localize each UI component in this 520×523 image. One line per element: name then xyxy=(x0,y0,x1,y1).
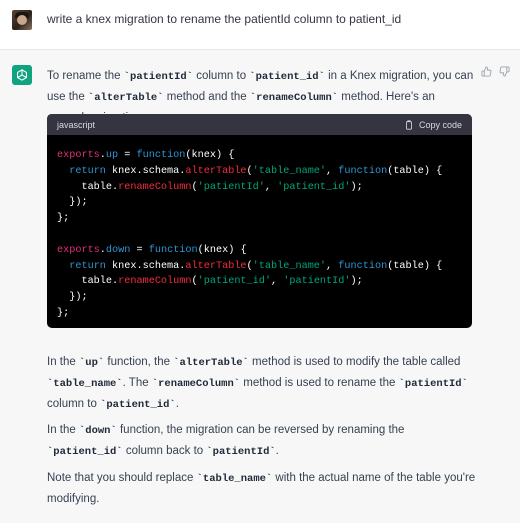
inline-code: `patientId` xyxy=(206,446,276,458)
inline-code: `up` xyxy=(78,357,105,369)
code-block: javascript Copy code exports.up = functi… xyxy=(47,114,472,328)
inline-code: `renameColumn` xyxy=(151,378,241,390)
inline-code: `patient_id` xyxy=(47,446,123,458)
code-header: javascript Copy code xyxy=(47,114,472,135)
inline-code: `patientId` xyxy=(123,71,194,83)
inline-code: `patient_id` xyxy=(100,399,176,411)
code-line: table.renameColumn('patientId', 'patient… xyxy=(57,181,363,193)
thumbs-down-icon[interactable] xyxy=(499,66,510,77)
code-line: table.renameColumn('patient_id', 'patien… xyxy=(57,276,363,288)
paragraph-note: Note that you should replace `table_name… xyxy=(47,472,476,505)
thumbs-up-icon[interactable] xyxy=(481,66,492,77)
inline-code: `renameColumn` xyxy=(249,92,339,104)
feedback-buttons xyxy=(481,66,510,77)
code-line: exports.up = function(knex) { xyxy=(57,150,235,161)
code-line: }; xyxy=(57,213,70,225)
inline-code: `table_name` xyxy=(47,378,123,390)
user-message-text: write a knex migration to rename the pat… xyxy=(47,12,402,26)
code-line: return knex.schema.alterTable('table_nam… xyxy=(69,260,443,272)
inline-code: `down` xyxy=(78,425,117,437)
user-message-row: write a knex migration to rename the pat… xyxy=(0,0,520,50)
code-line: }); xyxy=(57,197,88,209)
copy-code-label: Copy code xyxy=(418,119,462,130)
code-body: exports.up = function(knex) { return kne… xyxy=(47,135,472,328)
code-line: exports.down = function(knex) { xyxy=(57,244,247,256)
inline-code: `table_name` xyxy=(196,473,273,485)
paragraph-up-function: In the `up` function, the `alterTable` m… xyxy=(47,356,468,411)
inline-code: `alterTable` xyxy=(87,92,164,104)
user-avatar xyxy=(12,10,32,30)
inline-code: `alterTable` xyxy=(173,357,249,369)
assistant-message-content: To rename the `patientId` column to `pat… xyxy=(47,66,477,505)
copy-code-button[interactable]: Copy code xyxy=(404,120,462,130)
inline-code: `patientId` xyxy=(398,378,468,390)
code-line: }); xyxy=(57,292,88,304)
assistant-message-row: To rename the `patientId` column to `pat… xyxy=(0,50,520,523)
code-line: }; xyxy=(57,307,70,319)
paragraph-down-function: In the `down` function, the migration ca… xyxy=(47,424,405,458)
code-line: return knex.schema.alterTable('table_nam… xyxy=(69,165,443,177)
clipboard-icon xyxy=(406,119,412,130)
inline-code: `patient_id` xyxy=(249,71,325,83)
chatgpt-logo-icon xyxy=(12,65,32,85)
code-language-label: javascript xyxy=(57,119,96,130)
